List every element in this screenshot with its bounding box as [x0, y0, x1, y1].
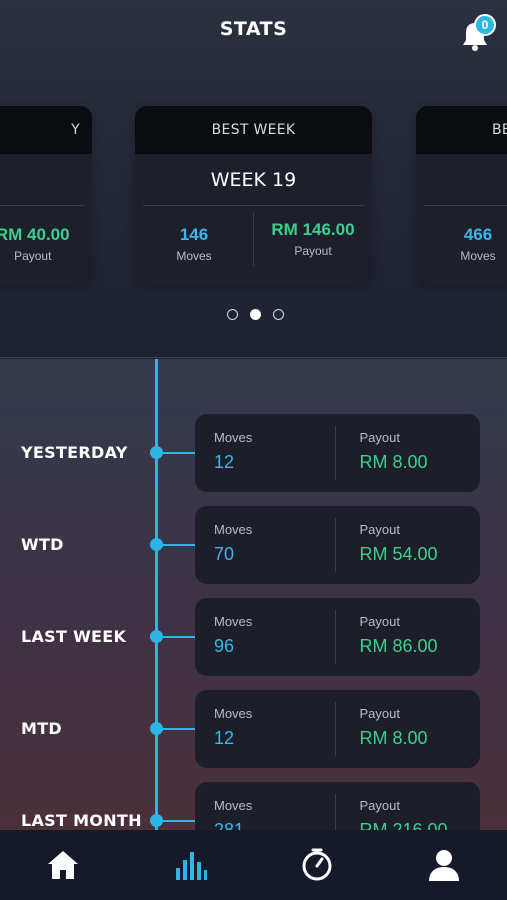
card-week — [424, 154, 507, 206]
stats-card-prev[interactable]: Y RM 40.00 Payout — [0, 106, 92, 284]
timer-icon — [302, 848, 332, 881]
tab-profile[interactable] — [414, 840, 474, 890]
card-moves: 146 Moves — [135, 206, 253, 282]
moves-label: Moves — [214, 706, 253, 721]
moves-column: Moves 12 — [195, 414, 335, 492]
timeline-node — [150, 814, 163, 827]
card-header: BEST WEEK — [135, 106, 372, 154]
payout-value: RM 54.00 — [359, 544, 438, 564]
moves-label: Moves — [214, 614, 253, 629]
carousel-dot-active[interactable] — [250, 309, 261, 320]
tab-home[interactable] — [33, 840, 93, 890]
moves-value: 96 — [214, 636, 235, 656]
stat-row-mtd[interactable]: Moves 12 Payout RM 8.00 — [195, 690, 480, 768]
notification-badge: 0 — [474, 14, 496, 36]
moves-value: 12 — [214, 728, 235, 748]
payout-label: Payout — [359, 430, 400, 445]
card-moves: 466 Moves — [416, 206, 507, 282]
tab-stats[interactable] — [160, 840, 220, 890]
card-week — [0, 154, 84, 206]
stat-row-last-month[interactable]: Moves 281 Payout RM 216.00 — [195, 782, 480, 830]
card-header: Y — [0, 106, 92, 154]
card-moves-label: Moves — [460, 249, 496, 263]
card-payout-label: Payout — [294, 244, 332, 258]
stat-row-last-week[interactable]: Moves 96 Payout RM 86.00 — [195, 598, 480, 676]
tab-timer[interactable] — [287, 840, 347, 890]
timeline-node — [150, 722, 163, 735]
carousel-dot[interactable] — [227, 309, 238, 320]
payout-label: Payout — [359, 614, 400, 629]
moves-label: Moves — [214, 798, 253, 813]
card-header: BE — [416, 106, 507, 154]
carousel-dot[interactable] — [273, 309, 284, 320]
payout-column: Payout RM 216.00 — [334, 782, 481, 830]
payout-label: Payout — [359, 798, 400, 813]
payout-value: RM 8.00 — [359, 452, 428, 472]
home-icon — [48, 851, 79, 879]
card-moves-label: Moves — [176, 249, 212, 263]
timeline-node — [150, 538, 163, 551]
card-payout-value: RM 40.00 — [0, 225, 70, 244]
page-title: STATS — [219, 18, 288, 40]
payout-value: RM 216.00 — [359, 820, 448, 830]
moves-column: Moves 96 — [195, 598, 335, 676]
card-moves-value: 146 — [179, 225, 209, 244]
moves-label: Moves — [214, 430, 253, 445]
stat-row-yesterday[interactable]: Moves 12 Payout RM 8.00 — [195, 414, 480, 492]
payout-label: Payout — [359, 522, 400, 537]
moves-label: Moves — [214, 522, 253, 537]
payout-column: Payout RM 8.00 — [334, 690, 481, 768]
stats-card-best-week[interactable]: BEST WEEK WEEK 19 146 Moves RM 146.00 Pa… — [135, 106, 372, 284]
stats-card-next[interactable]: BE 466 Moves — [416, 106, 507, 284]
timeline-section: YESTERDAY Moves 12 Payout RM 8.00 WTD Mo… — [0, 359, 507, 830]
row-label-mtd: MTD — [21, 719, 63, 738]
moves-column: Moves 70 — [195, 506, 335, 584]
payout-value: RM 8.00 — [359, 728, 428, 748]
stats-icon — [176, 852, 208, 880]
card-week: WEEK 19 — [143, 154, 364, 206]
timeline-node — [150, 630, 163, 643]
payout-column: Payout RM 54.00 — [334, 506, 481, 584]
profile-icon — [428, 850, 459, 881]
moves-column: Moves 12 — [195, 690, 335, 768]
card-payout-label: Payout — [14, 249, 52, 263]
payout-column: Payout RM 8.00 — [334, 414, 481, 492]
card-moves-value: 466 — [463, 225, 493, 244]
carousel-pagination — [227, 309, 284, 320]
row-label-last-month: LAST MONTH — [21, 811, 142, 830]
moves-value: 12 — [214, 452, 235, 472]
card-payout: RM 146.00 Payout — [253, 212, 372, 266]
moves-value: 70 — [214, 544, 235, 564]
bottom-tab-bar — [0, 830, 507, 900]
payout-label: Payout — [359, 706, 400, 721]
row-label-last-week: LAST WEEK — [21, 627, 127, 646]
row-label-wtd: WTD — [21, 535, 64, 554]
stats-header-section: STATS 0 Y RM 40.00 Payout BEST WEEK WEEK… — [0, 0, 507, 358]
moves-column: Moves 281 — [195, 782, 335, 830]
card-payout: RM 40.00 Payout — [0, 206, 92, 282]
payout-value: RM 86.00 — [359, 636, 438, 656]
stat-row-wtd[interactable]: Moves 70 Payout RM 54.00 — [195, 506, 480, 584]
card-payout-value: RM 146.00 — [271, 220, 355, 239]
moves-value: 281 — [214, 820, 245, 830]
timeline-node — [150, 446, 163, 459]
row-label-yesterday: YESTERDAY — [21, 443, 128, 462]
payout-column: Payout RM 86.00 — [334, 598, 481, 676]
timeline-line — [155, 359, 158, 830]
